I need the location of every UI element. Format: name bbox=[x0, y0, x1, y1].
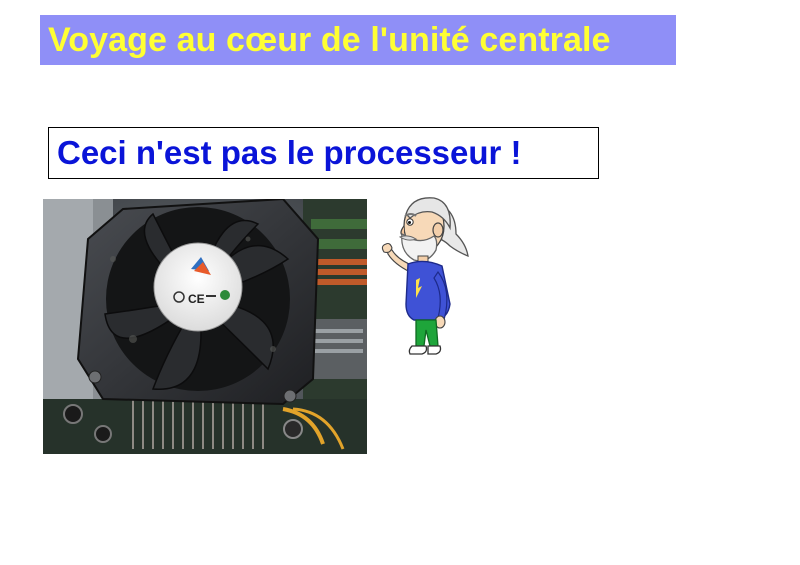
svg-text:CE: CE bbox=[188, 292, 205, 306]
mascot-illustration bbox=[381, 197, 469, 355]
old-man-mascot bbox=[376, 194, 472, 360]
title-banner: Voyage au cœur de l'unité centrale bbox=[40, 15, 676, 65]
slide-title: Voyage au cœur de l'unité centrale bbox=[48, 20, 611, 59]
cpu-cooler-image: CE bbox=[43, 199, 367, 454]
slide-caption: Ceci n'est pas le processeur ! bbox=[57, 134, 522, 171]
cpu-cooler-photo: CE bbox=[43, 199, 367, 454]
caption-box: Ceci n'est pas le processeur ! bbox=[48, 127, 599, 179]
